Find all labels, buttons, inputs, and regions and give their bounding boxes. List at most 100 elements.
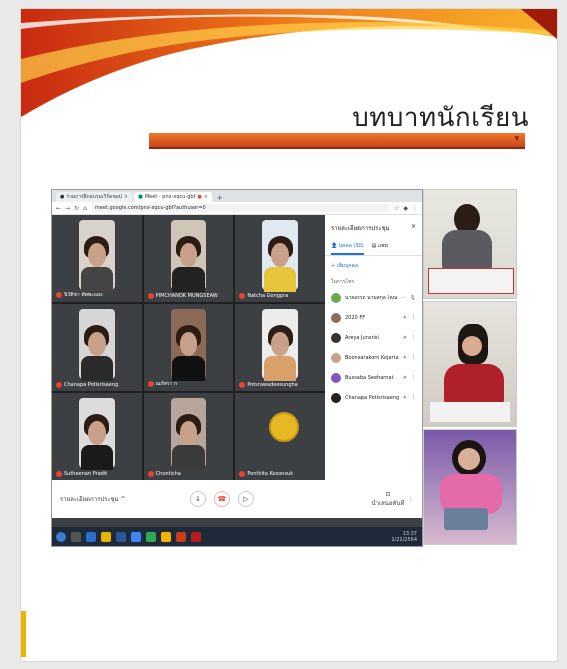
forward-icon[interactable]: →: [65, 205, 70, 212]
close-icon[interactable]: ×: [204, 194, 208, 200]
browser-tab-active[interactable]: ■ Meet - pnx-xqcu-gbf ● ×: [134, 192, 212, 202]
avatar: [331, 333, 341, 343]
camera-icon: ▷: [243, 495, 249, 503]
meet-favicon-icon: ■: [138, 194, 143, 200]
kebab-icon[interactable]: ⋮: [411, 375, 416, 381]
kebab-icon[interactable]: ⋮: [411, 335, 416, 341]
kebab-icon[interactable]: ⋮: [411, 395, 416, 401]
reload-icon[interactable]: ↻: [74, 205, 79, 212]
pdf-icon[interactable]: [191, 531, 201, 542]
mic-off-icon: ✕: [402, 355, 407, 361]
add-person-icon: +: [331, 263, 336, 269]
task-view-icon[interactable]: [71, 531, 81, 542]
new-tab-icon[interactable]: +: [214, 194, 226, 202]
participant-tile[interactable]: นิวัติชา ทัพพะแสง: [52, 215, 142, 302]
menu-kebab-icon[interactable]: ⋮: [412, 205, 418, 212]
student-photo: [423, 429, 517, 545]
list-item[interactable]: Chanapa Potisrisaeng ✕ ⋮: [325, 388, 422, 408]
tab-favicon-icon: ●: [60, 194, 65, 200]
list-item[interactable]: Areya Junsrisi ✕ ⋮: [325, 328, 422, 348]
more-icon[interactable]: ⋯: [401, 295, 406, 301]
mic-off-icon: ✕: [402, 315, 407, 321]
mic-off-icon: [56, 292, 62, 298]
mic-off-icon: [147, 293, 154, 299]
files-icon[interactable]: [161, 531, 171, 542]
back-icon[interactable]: ←: [56, 205, 61, 212]
people-icon: 👤: [331, 243, 338, 249]
list-item[interactable]: Bussaba Seeharnat ✕ ⋮: [325, 368, 422, 388]
browser-tabbar: ● ร่วมการฝึกอบรมเวิร์คชอป × ■ Meet - pnx…: [52, 190, 422, 202]
slide-title: บทบาทนักเรียน: [352, 103, 529, 133]
mic-off-icon: [147, 381, 154, 387]
avatar: [331, 393, 341, 403]
end-call-button[interactable]: ☎: [214, 491, 230, 507]
side-tab-marker: [21, 611, 26, 657]
meeting-details-button[interactable]: รายละเอียดการประชุม ^: [60, 494, 190, 504]
ie-icon[interactable]: [86, 531, 96, 542]
close-icon[interactable]: ×: [124, 194, 128, 200]
participant-tile[interactable]: Chonticha: [143, 393, 234, 480]
close-icon[interactable]: ×: [411, 223, 416, 233]
url-input[interactable]: meet.google.com/pnx-xqcu-gbf?authuser=0: [90, 204, 390, 212]
mic-off-icon: [239, 382, 246, 388]
profile-avatar: [269, 412, 300, 443]
home-icon[interactable]: ⌂: [83, 205, 87, 212]
list-item[interactable]: นายอรรถ นามสกุล (คุณ) ⋯ 🎙: [325, 288, 422, 308]
extension-icon[interactable]: ◆: [403, 205, 408, 212]
meet-area: นิวัติชา ทัพพะแสง PIMCHANOK MUNGSEAW Nat…: [52, 215, 422, 527]
panel-title: รายละเอียดการประชุม: [331, 225, 390, 232]
participant-name: PIMCHANOK MUNGSEAW: [155, 293, 218, 299]
participant-name: Sutheenan Pradit: [64, 471, 108, 477]
present-icon: ⊡: [385, 490, 391, 498]
participant-grid: นิวัติชา ทัพพะแสง PIMCHANOK MUNGSEAW Nat…: [52, 215, 325, 480]
mic-off-icon: [56, 471, 62, 477]
mic-off-icon: ✕: [402, 375, 407, 381]
word-icon[interactable]: [116, 531, 126, 542]
participant-name: Chonticha: [155, 471, 181, 477]
participant-name: นิวัติชา ทัพพะแสง: [64, 292, 103, 298]
people-panel: รายละเอียดการประชุม × 👤 บุคคล (30) ▤ แชท…: [325, 215, 422, 480]
title-underline-bar: ▾: [149, 133, 525, 149]
chat-icon: ▤: [371, 243, 377, 249]
mic-icon: ↓: [195, 495, 201, 503]
list-item[interactable]: 2020 FF ✕ ⋮: [325, 308, 422, 328]
chrome-icon[interactable]: [131, 531, 141, 542]
avatar: [331, 293, 341, 303]
windows-taskbar: 13:37 1/21/2564: [52, 527, 422, 546]
mic-toggle-button[interactable]: ↓: [190, 491, 206, 507]
section-label: ในการโทร: [331, 279, 355, 285]
slide: บทบาทนักเรียน ▾ ● ร่วมการฝึกอบรมเวิร์คชอ…: [20, 8, 558, 662]
participant-tile[interactable]: ณภัทรา ก: [143, 304, 234, 391]
participant-tile[interactable]: Ponthita Kosonsuk: [235, 393, 325, 480]
list-item[interactable]: Boonsarakorn Kojarta ✕ ⋮: [325, 348, 422, 368]
phone-hangup-icon: ☎: [217, 495, 227, 503]
camera-toggle-button[interactable]: ▷: [238, 491, 254, 507]
line-icon[interactable]: [146, 531, 156, 542]
system-tray-clock[interactable]: 13:37 1/21/2564: [391, 531, 422, 543]
participant-tile[interactable]: PIMCHANOK MUNGSEAW: [143, 215, 234, 302]
avatar: [331, 373, 341, 383]
kebab-icon[interactable]: ⋮: [411, 355, 416, 361]
tab-people[interactable]: 👤 บุคคล (30): [331, 239, 364, 255]
kebab-icon[interactable]: ⋮: [411, 315, 416, 321]
powerpoint-icon[interactable]: [176, 531, 186, 542]
mic-off-icon: [147, 471, 154, 477]
student-photo: [423, 301, 517, 427]
participant-tile[interactable]: Potsrawadeesungha: [235, 304, 325, 391]
participant-tile[interactable]: Natcha Gongpra: [235, 215, 325, 302]
present-now-button[interactable]: ⊡ นำเสนอทันที: [368, 491, 408, 508]
folder-icon[interactable]: [101, 531, 111, 542]
add-people-button[interactable]: + เพิ่มบุคคล: [325, 256, 422, 276]
tab-chat[interactable]: ▤ แชท: [372, 239, 388, 255]
participant-tile[interactable]: Sutheenan Pradit: [52, 393, 142, 480]
start-icon[interactable]: [56, 531, 66, 542]
star-icon[interactable]: ☆: [394, 205, 399, 212]
recording-dot-icon: ●: [197, 194, 202, 200]
more-options-icon[interactable]: ⋮: [408, 496, 414, 503]
avatar: [331, 353, 341, 363]
mic-off-icon: [56, 382, 62, 388]
student-photo: [423, 189, 517, 299]
participant-name: Chanapa Potisrisaeng: [64, 382, 119, 388]
participant-tile[interactable]: Chanapa Potisrisaeng: [52, 304, 142, 391]
browser-tab[interactable]: ● ร่วมการฝึกอบรมเวิร์คชอป ×: [56, 192, 133, 202]
